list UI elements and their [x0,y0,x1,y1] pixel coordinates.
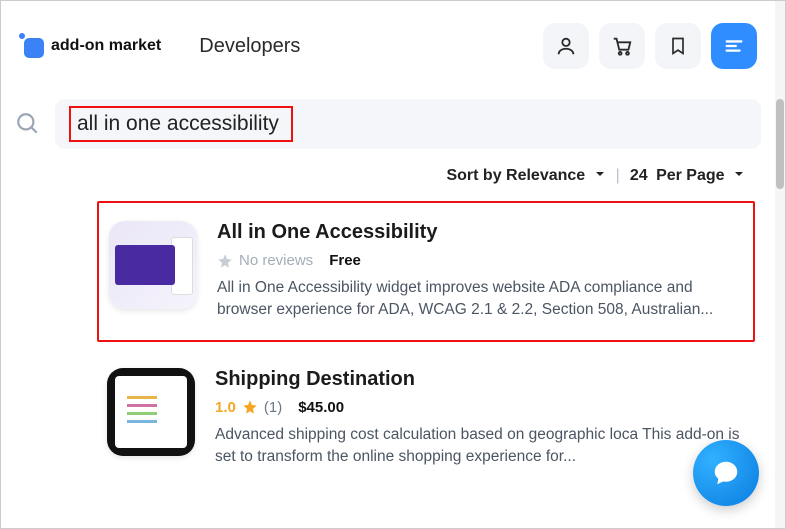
bookmark-button[interactable] [655,23,701,69]
header: add-on market Developers [1,1,785,79]
brand-icon [21,35,43,57]
result-info: Shipping Destination 1.0 (1) $45.00 Adva… [215,368,745,469]
search-box[interactable] [55,99,761,149]
result-meta: No reviews Free [217,252,743,269]
result-info: All in One Accessibility No reviews Free… [217,221,743,322]
bookmark-icon [668,35,688,57]
result-thumbnail [109,221,197,309]
star-icon [217,253,233,269]
scrollbar-thumb[interactable] [776,99,784,189]
results-list: All in One Accessibility No reviews Free… [1,191,785,487]
result-thumbnail [107,368,195,456]
search-icon [15,111,41,137]
result-description: All in One Accessibility widget improves… [217,277,743,322]
search-input[interactable] [71,108,291,140]
chevron-down-icon [594,168,606,180]
result-meta: 1.0 (1) $45.00 [215,399,745,416]
sort-label: Sort by Relevance [446,167,585,184]
result-item[interactable]: Shipping Destination 1.0 (1) $45.00 Adva… [97,350,755,487]
sort-by-dropdown[interactable]: Sort by Relevance [446,167,605,185]
search-row [1,79,785,169]
result-title[interactable]: Shipping Destination [215,368,745,391]
per-page-label: Per Page [656,167,724,184]
user-icon [555,35,577,57]
price: Free [329,252,361,269]
header-icons [543,23,757,69]
reviews-label: No reviews [239,252,313,269]
review-count: (1) [264,399,282,416]
separator: | [616,167,620,185]
per-page-dropdown[interactable]: 24 Per Page [630,167,745,185]
menu-button[interactable] [711,23,757,69]
star-icon [242,399,258,415]
chevron-down-icon [733,168,745,180]
developers-link[interactable]: Developers [199,35,300,58]
chat-icon [711,458,741,488]
menu-icon [723,35,745,57]
sort-row: Sort by Relevance | 24 Per Page [1,163,785,191]
result-item[interactable]: All in One Accessibility No reviews Free… [97,201,755,342]
result-title[interactable]: All in One Accessibility [217,221,743,244]
chat-button[interactable] [693,440,759,506]
rating-value: 1.0 [215,399,236,416]
per-page-count: 24 [630,167,648,184]
scrollbar-track[interactable] [775,1,785,528]
cart-icon [611,35,633,57]
cart-button[interactable] [599,23,645,69]
result-description: Advanced shipping cost calculation based… [215,424,745,469]
account-button[interactable] [543,23,589,69]
brand[interactable]: add-on market [21,35,161,57]
brand-text: add-on market [51,37,161,55]
price: $45.00 [298,399,344,416]
